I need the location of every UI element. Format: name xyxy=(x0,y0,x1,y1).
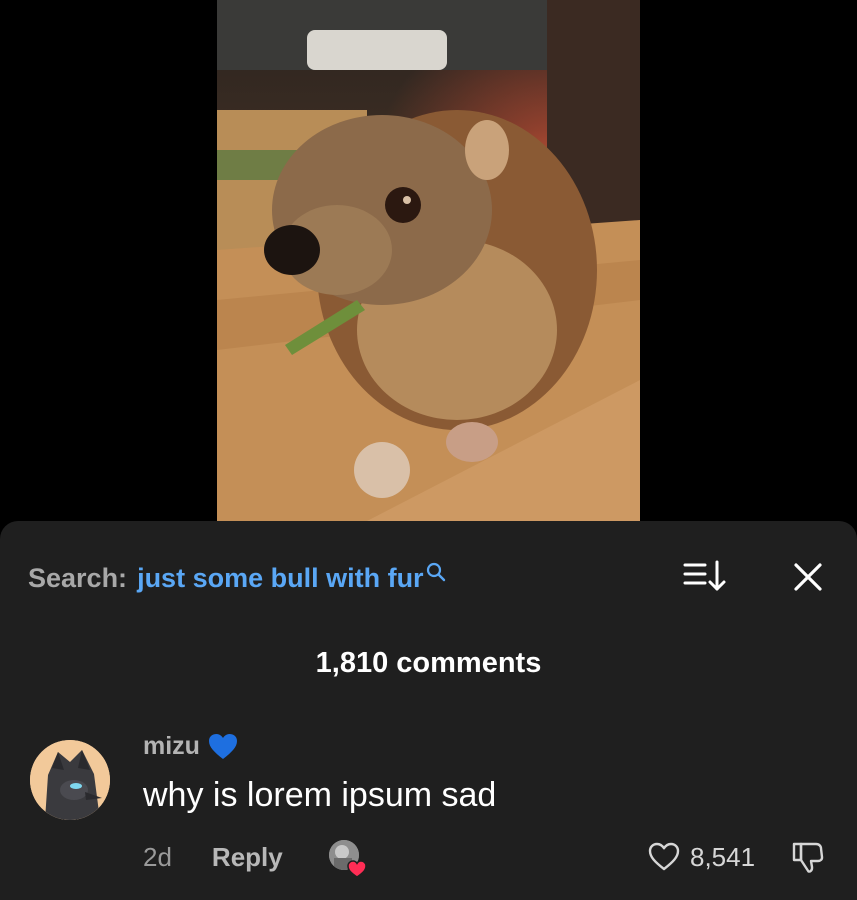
sort-icon xyxy=(683,560,726,591)
comment-author[interactable]: mizu xyxy=(143,732,238,761)
search-suggestion[interactable]: Search: just some bull with fur xyxy=(28,561,446,595)
video-player[interactable] xyxy=(0,0,857,521)
search-icon xyxy=(426,558,446,582)
blue-heart-icon xyxy=(208,733,238,761)
comments-sheet: Search: just some bull with fur 1,810 co… xyxy=(0,521,857,900)
hyrax-video-image xyxy=(217,0,640,521)
comment-text: why is lorem ipsum sad xyxy=(143,776,497,814)
search-label: Search: xyxy=(28,562,128,593)
close-button[interactable] xyxy=(788,557,828,597)
reply-button[interactable]: Reply xyxy=(212,842,283,873)
like-button[interactable]: 8,541 xyxy=(648,839,755,875)
heart-outline-icon xyxy=(648,842,680,872)
comment-age: 2d xyxy=(143,841,172,872)
creator-liked-badge xyxy=(328,840,367,878)
creator-heart-icon xyxy=(346,854,367,878)
comment-meta: 2d Reply xyxy=(143,839,367,878)
thumbs-down-icon xyxy=(792,842,824,873)
search-query-link[interactable]: just some bull with fur xyxy=(137,563,424,594)
avatar[interactable] xyxy=(30,740,110,820)
like-count: 8,541 xyxy=(690,841,756,872)
sort-comments-button[interactable] xyxy=(683,559,727,593)
comment-count: 1,810 comments xyxy=(315,647,542,679)
close-icon xyxy=(794,563,822,591)
username[interactable]: mizu xyxy=(143,732,200,761)
video-frame[interactable] xyxy=(217,0,640,521)
dislike-button[interactable] xyxy=(790,839,826,875)
